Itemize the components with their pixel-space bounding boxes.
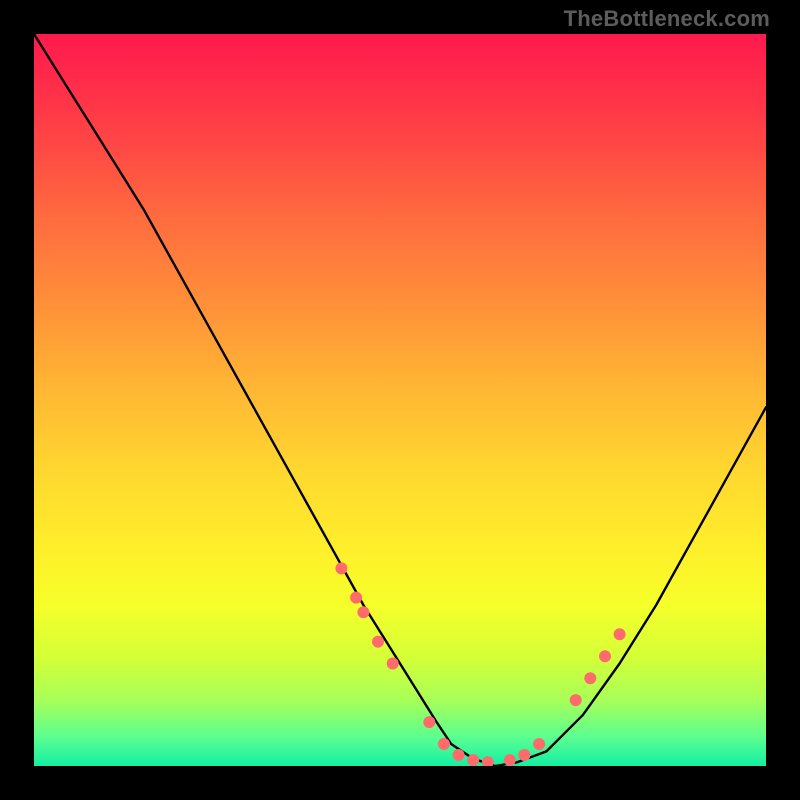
marker-dot (453, 749, 465, 761)
marker-dot (482, 756, 494, 766)
marker-dot (467, 754, 479, 766)
marker-dot (387, 658, 399, 670)
bottleneck-curve (34, 34, 766, 766)
curve-layer (34, 34, 766, 766)
marker-group (335, 562, 625, 766)
watermark-text: TheBottleneck.com (564, 6, 770, 32)
plot-area (34, 34, 766, 766)
chart-stage: TheBottleneck.com (0, 0, 800, 800)
marker-dot (350, 592, 362, 604)
marker-dot (599, 650, 611, 662)
marker-dot (504, 754, 516, 766)
marker-dot (570, 694, 582, 706)
marker-dot (357, 606, 369, 618)
marker-dot (518, 749, 530, 761)
marker-dot (533, 738, 545, 750)
marker-dot (438, 738, 450, 750)
marker-dot (335, 562, 347, 574)
marker-dot (614, 628, 626, 640)
marker-dot (372, 636, 384, 648)
marker-dot (584, 672, 596, 684)
marker-dot (423, 716, 435, 728)
